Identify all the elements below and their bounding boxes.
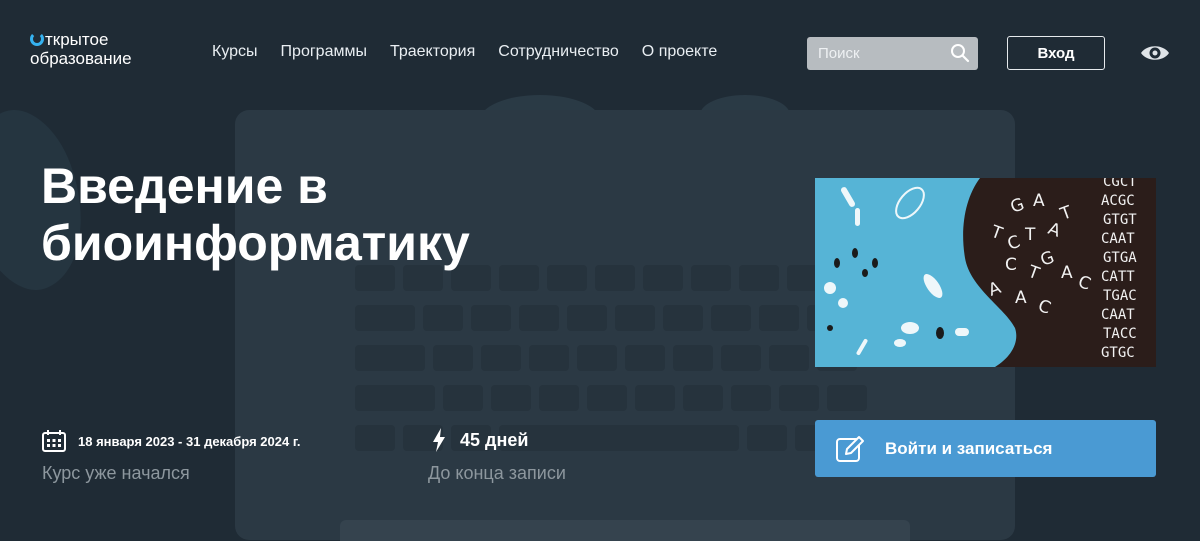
search-icon[interactable] <box>950 43 970 63</box>
dna-sequence-text: TGAC <box>1103 288 1137 304</box>
login-button[interactable]: Вход <box>1007 36 1105 70</box>
dna-sequence-text: GTGC <box>1101 345 1135 361</box>
bioinformatics-illustration: CGCTACGCGTGTCAATGTGACATTTGACCAATTACCGTGC… <box>815 178 1156 367</box>
course-title-line2: биоинформатику <box>41 215 470 271</box>
nav-courses[interactable]: Курсы <box>212 43 258 61</box>
nucleotide-letter: A <box>1015 288 1027 308</box>
eye-icon[interactable] <box>1140 42 1170 64</box>
nav-programs[interactable]: Программы <box>281 43 367 61</box>
nucleotide-letter: A <box>1061 263 1073 283</box>
site-header: ткрытое образование Курсы Программы Трае… <box>0 0 1200 108</box>
logo[interactable]: ткрытое образование <box>30 30 132 68</box>
logo-line1: ткрытое <box>45 30 109 49</box>
days-left: 45 дней <box>432 428 528 452</box>
search-box <box>807 37 978 70</box>
days-left-value: 45 дней <box>460 429 529 450</box>
enroll-button-label: Войти и записаться <box>885 438 1053 458</box>
dna-sequence-text: CAAT <box>1101 307 1135 323</box>
dna-sequence-text: ACGC <box>1101 193 1135 209</box>
course-title: Введение в биоинформатику <box>41 158 601 272</box>
logo-line2: образование <box>30 49 132 68</box>
nav-about[interactable]: О проекте <box>642 43 717 61</box>
course-status: Курс уже начался <box>42 463 190 483</box>
dna-sequence-text: CATT <box>1101 269 1135 285</box>
trackpad-shape <box>340 520 910 541</box>
dna-sequence-text: GTGT <box>1103 212 1137 228</box>
nucleotide-letter: A <box>1033 191 1045 211</box>
course-title-line1: Введение в <box>41 158 328 214</box>
nav-cooperation[interactable]: Сотрудничество <box>498 43 619 61</box>
pencil-icon <box>836 435 864 462</box>
calendar-icon <box>42 430 66 452</box>
keyboard-row <box>355 345 857 371</box>
dna-sequence-text: CGCT <box>1103 178 1137 190</box>
nucleotide-letter: T <box>1024 225 1036 245</box>
main-nav: Курсы Программы Траектория Сотрудничеств… <box>212 43 717 61</box>
logo-ring-icon <box>30 32 44 46</box>
keyboard-row <box>355 385 867 411</box>
dna-sequence-text: CAAT <box>1101 231 1135 247</box>
date-range: 18 января 2023 - 31 декабря 2024 г. <box>78 433 301 449</box>
dna-sequence-text: TACC <box>1103 326 1137 342</box>
lightning-icon <box>433 428 445 452</box>
enroll-button[interactable]: Войти и записаться <box>815 420 1156 477</box>
nav-trajectory[interactable]: Траектория <box>390 43 475 61</box>
nucleotide-letter: C <box>1005 255 1017 275</box>
days-left-caption: До конца записи <box>428 463 566 483</box>
dna-sequence-text: GTGA <box>1103 250 1137 266</box>
keyboard-row <box>355 305 895 331</box>
search-input[interactable] <box>807 37 947 70</box>
course-cover-image: CGCT ACGC GTGT CAAT GTGA CATT TGAC CAAT TACC GTGC… <box>815 178 1156 367</box>
course-dates: 18 января 2023 - 31 декабря 2024 г. <box>42 430 301 452</box>
